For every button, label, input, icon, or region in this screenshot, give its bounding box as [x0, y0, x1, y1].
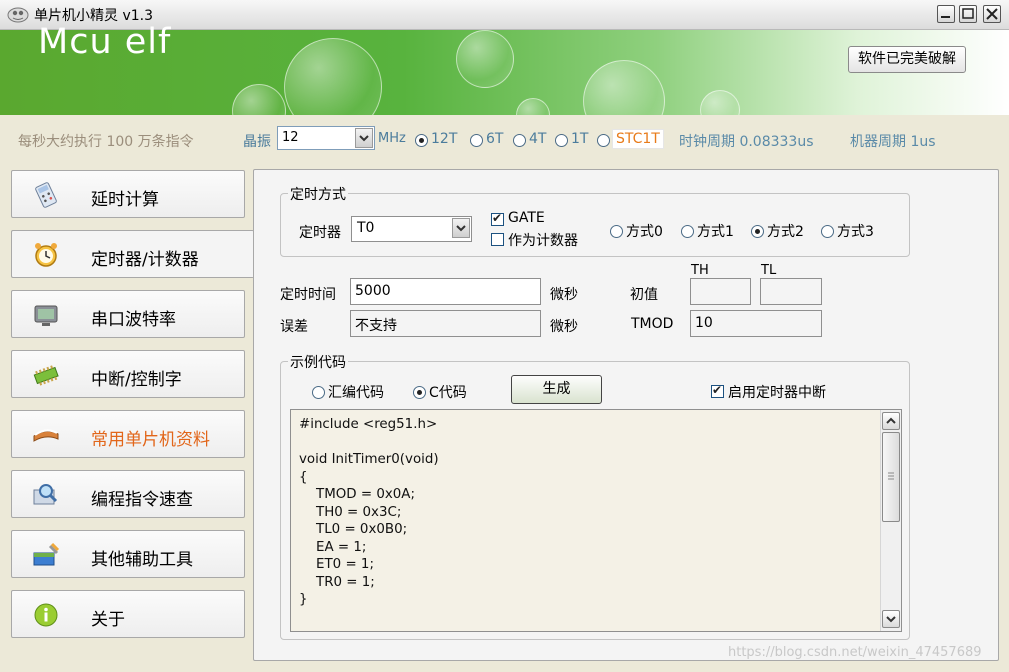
watermark-text: https://blog.csdn.net/weixin_47457689 — [728, 645, 982, 660]
time-label: 定时时间 — [280, 287, 336, 303]
nav-item-interrupt[interactable]: 中断/控制字 — [11, 350, 245, 398]
example-code-legend: 示例代码 — [288, 352, 348, 372]
alarm-clock-icon — [32, 242, 60, 268]
nav-item-label: 中断/控制字 — [91, 370, 182, 390]
machine-period-text: 机器周期 1us — [850, 134, 936, 150]
radio-mode3[interactable] — [821, 225, 834, 238]
chevron-down-icon[interactable] — [355, 128, 373, 148]
speed-text: 每秒大约执行 100 万条指令 — [18, 134, 194, 150]
minimize-button[interactable] — [937, 5, 955, 23]
nav-item-timer-counter[interactable]: 定时器/计数器 — [11, 230, 254, 278]
app-logo-icon — [7, 5, 29, 23]
timer-select[interactable]: T0 — [351, 216, 472, 242]
monitor-icon — [32, 302, 60, 328]
radio-asm-label: 汇编代码 — [328, 385, 384, 401]
clock-period-text: 时钟周期 0.08333us — [679, 134, 814, 150]
maximize-button[interactable] — [959, 5, 977, 23]
magnifier-icon — [32, 482, 60, 508]
nav-item-label: 关于 — [91, 610, 125, 630]
toolbox-icon — [32, 542, 60, 568]
book-icon — [32, 422, 60, 448]
tmod-field: 10 — [690, 310, 822, 337]
radio-stc1t[interactable] — [597, 134, 610, 147]
nav-item-label: 其他辅助工具 — [91, 550, 193, 570]
timer-select-value: T0 — [357, 220, 375, 236]
error-label: 误差 — [280, 319, 308, 335]
radio-c-label: C代码 — [429, 385, 467, 401]
nav-item-other-tools[interactable]: 其他辅助工具 — [11, 530, 245, 578]
generate-button[interactable]: 生成 — [511, 375, 602, 404]
bubble-decoration — [284, 38, 382, 115]
code-content: #include <reg51.h> void InitTimer0(void)… — [299, 417, 439, 607]
radio-mode3-label: 方式3 — [837, 224, 874, 240]
nav-item-label: 延时计算 — [91, 190, 159, 210]
crystal-select[interactable]: 12 — [277, 126, 375, 150]
radio-asm-code[interactable] — [312, 386, 325, 399]
bubble-decoration — [232, 84, 286, 115]
code-textarea[interactable]: #include <reg51.h> void InitTimer0(void)… — [290, 409, 902, 632]
nav-item-baud-rate[interactable]: 串口波特率 — [11, 290, 245, 338]
gate-checkbox[interactable] — [491, 211, 504, 226]
tmod-label: TMOD — [631, 316, 674, 332]
nav-item-label: 编程指令速查 — [91, 490, 193, 510]
radio-mode0-label: 方式0 — [626, 224, 663, 240]
scroll-thumb[interactable] — [882, 432, 900, 522]
th-label: TH — [691, 263, 709, 278]
counter-label: 作为计数器 — [508, 233, 578, 249]
initial-value-label: 初值 — [630, 287, 658, 303]
radio-mode2-label: 方式2 — [767, 224, 804, 240]
crystal-value: 12 — [282, 130, 299, 145]
radio-mode0[interactable] — [610, 225, 623, 238]
enable-interrupt-label: 启用定时器中断 — [728, 385, 826, 401]
chevron-down-icon[interactable] — [452, 218, 470, 238]
radio-4t-label: 4T — [529, 131, 547, 147]
radio-1t-label: 1T — [571, 131, 589, 147]
scroll-up-button[interactable] — [882, 412, 900, 430]
bubble-decoration — [700, 90, 740, 115]
tl-field — [760, 278, 822, 305]
radio-6t[interactable] — [470, 134, 483, 147]
chip-icon — [32, 362, 60, 388]
radio-12t-label: 12T — [431, 131, 458, 147]
scroll-down-button[interactable] — [882, 610, 900, 628]
time-input[interactable]: 5000 — [350, 278, 541, 305]
banner-title: Mcu elf — [38, 22, 172, 62]
counter-checkbox[interactable] — [491, 233, 504, 246]
nav-item-delay-calc[interactable]: 延时计算 — [11, 170, 245, 218]
radio-mode2[interactable] — [751, 225, 764, 238]
info-icon — [32, 602, 60, 628]
radio-mode1[interactable] — [681, 225, 694, 238]
close-button[interactable] — [983, 5, 1001, 23]
nav-item-label: 串口波特率 — [91, 310, 176, 330]
time-unit: 微秒 — [550, 287, 578, 303]
mhz-label: MHz — [378, 131, 406, 146]
calculator-icon — [32, 182, 60, 208]
bubble-decoration — [456, 30, 514, 88]
crack-status-button[interactable]: 软件已完美破解 — [848, 46, 966, 73]
bubble-decoration — [583, 60, 665, 115]
nav-item-mcu-docs[interactable]: 常用单片机资料 — [11, 410, 245, 458]
th-field — [690, 278, 751, 305]
enable-interrupt-checkbox[interactable] — [711, 383, 724, 398]
tl-label: TL — [761, 263, 777, 278]
gate-label: GATE — [508, 210, 545, 226]
code-scrollbar[interactable] — [880, 410, 901, 631]
radio-c-code[interactable] — [413, 386, 426, 399]
bubble-decoration — [516, 98, 550, 115]
error-field: 不支持 — [350, 310, 541, 337]
radio-mode1-label: 方式1 — [697, 224, 734, 240]
nav-item-label: 定时器/计数器 — [91, 250, 199, 270]
radio-12t[interactable] — [415, 134, 428, 147]
nav-item-label: 常用单片机资料 — [91, 430, 210, 450]
radio-1t[interactable] — [555, 134, 568, 147]
timer-mode-legend: 定时方式 — [288, 184, 348, 204]
error-unit: 微秒 — [550, 319, 578, 335]
crystal-label: 晶振 — [243, 134, 271, 150]
radio-stc1t-label: STC1T — [612, 129, 664, 149]
timer-select-label: 定时器 — [299, 225, 341, 241]
radio-6t-label: 6T — [486, 131, 504, 147]
radio-4t[interactable] — [513, 134, 526, 147]
nav-item-instruction-lookup[interactable]: 编程指令速查 — [11, 470, 245, 518]
nav-item-about[interactable]: 关于 — [11, 590, 245, 638]
